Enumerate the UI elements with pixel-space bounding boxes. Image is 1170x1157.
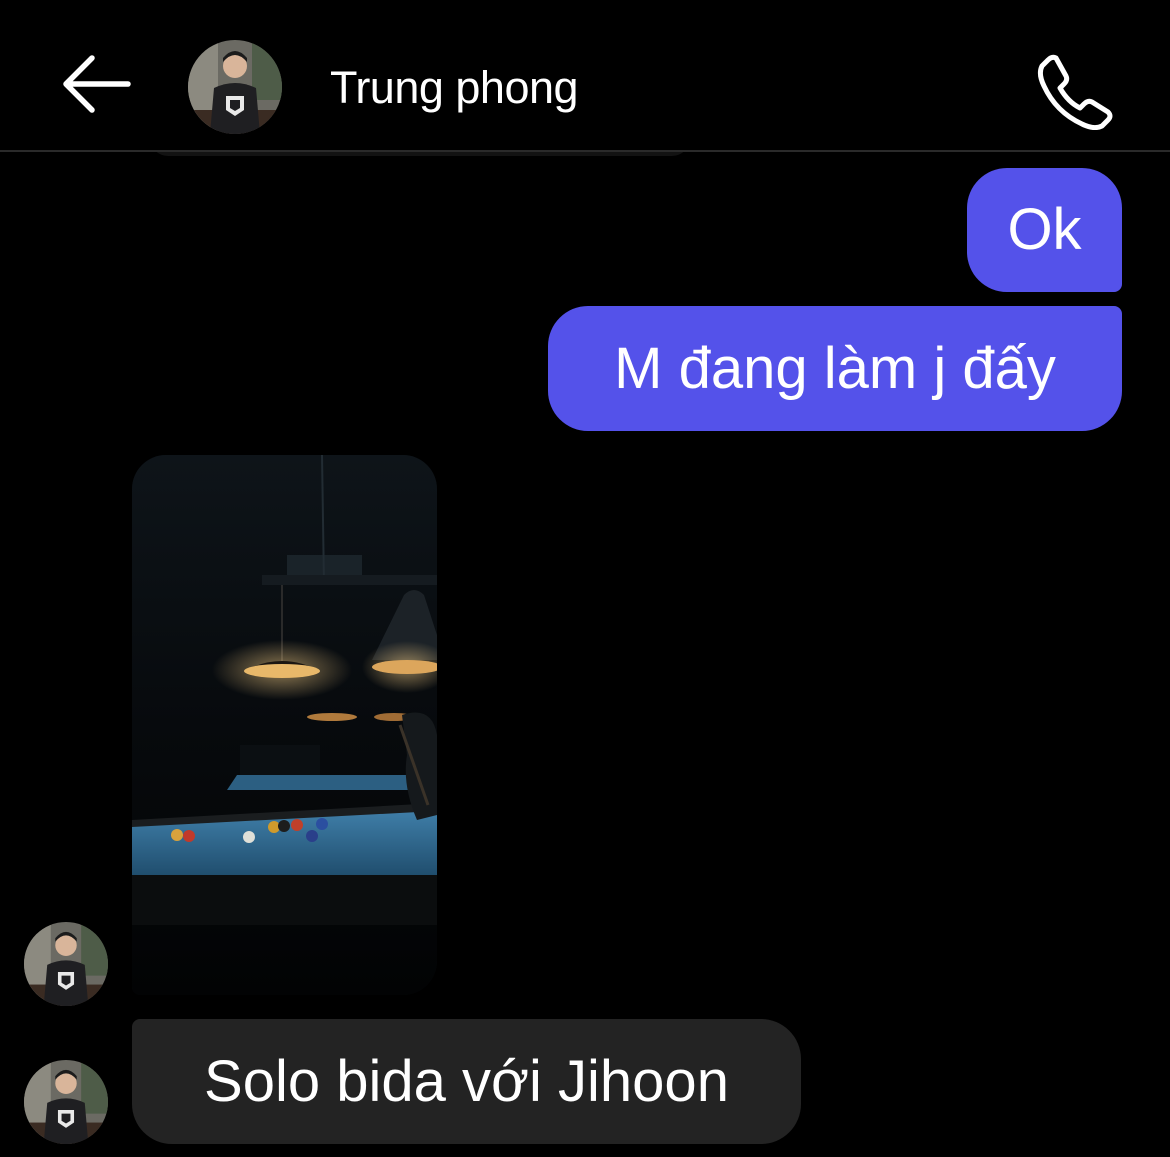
message-bubble-outgoing[interactable]: Ok (967, 168, 1122, 292)
message-bubble-outgoing[interactable]: M đang làm j đấy (548, 306, 1122, 431)
message-bubble-incoming[interactable]: Solo bida với Jihoon (132, 1019, 801, 1144)
contact-avatar[interactable] (24, 1060, 108, 1144)
message-text: Ok (1007, 197, 1082, 262)
person-photo-icon (24, 922, 108, 1006)
back-button[interactable] (56, 52, 136, 116)
billiards-photo-message[interactable] (132, 455, 437, 995)
contact-avatar[interactable] (188, 40, 282, 134)
billiards-table-photo (132, 455, 437, 995)
arrow-left-icon (63, 55, 131, 113)
message-text: M đang làm j đấy (614, 335, 1056, 401)
call-button[interactable] (1034, 50, 1114, 131)
contact-name[interactable]: Trung phong (330, 62, 579, 114)
chat-screen: Trung phong Ok M đang làm j đấy Solo bid… (0, 0, 1170, 1157)
chat-header: Trung phong (0, 0, 1170, 152)
contact-avatar[interactable] (24, 922, 108, 1006)
message-text: Solo bida với Jihoon (204, 1048, 729, 1114)
person-photo-icon (24, 1060, 108, 1144)
phone-icon (1037, 54, 1113, 131)
person-photo-icon (188, 40, 282, 134)
